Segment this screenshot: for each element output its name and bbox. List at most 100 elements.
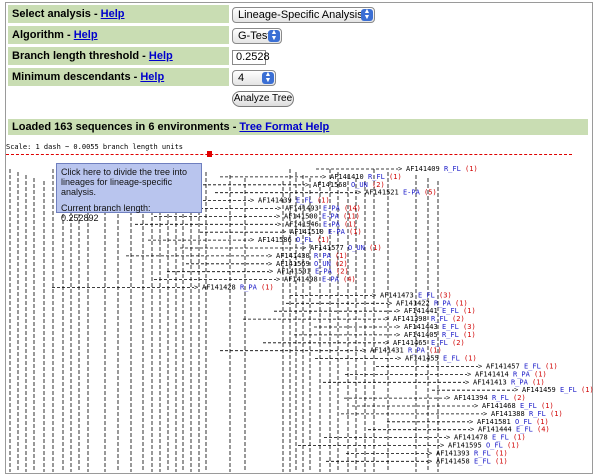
threshold-tooltip: Click here to divide the tree into linea… [56,163,202,223]
leaf-environment: R_PA [408,347,429,355]
branch-arrow: > [474,402,478,410]
leaf-count: (4) [537,426,550,434]
leaf-count: (1) [344,220,357,228]
branch-arrow: > [385,339,389,347]
tree-leaf[interactable]: AF141398 R_FL (2) [393,315,465,323]
leaf-id: AF141394 [454,394,492,402]
leaf-environment: E-PA [323,205,344,213]
tree-leaf[interactable]: AF141546 E-PA (1) [285,220,357,228]
leaf-environment: E-PA [403,189,424,197]
leaf-count: (1) [429,347,442,355]
tree-leaf[interactable]: AF141569 O_UN (2) [276,260,348,268]
leaf-count: (1) [513,434,526,442]
tree-leaf[interactable]: AF141465 E_FL (2) [393,339,465,347]
tree-leaf[interactable]: AF141394 R_FL (2) [454,394,526,402]
tree-leaf[interactable]: AF141458 E_FL (1) [436,457,508,465]
tree-leaf[interactable]: AF141413 R_PA (1) [473,378,545,386]
branch-arrow: > [194,284,198,292]
leaf-id: AF141422 [396,299,434,307]
branch-arrow: > [388,299,392,307]
tree-leaf[interactable]: AF141414 R_PA (1) [475,370,547,378]
leaf-environment: E_FL [442,323,463,331]
tree-leaf[interactable]: AF141409 R_FL (1) [406,165,478,173]
leaf-id: AF141444 [478,426,516,434]
tree-leaf[interactable]: AF141428 R_PA (1) [202,284,274,292]
tree-leaf[interactable]: AF141493 E-PA (14) [285,205,361,213]
tree-leaf[interactable]: AF141443 E_FL (3) [404,323,476,331]
leaf-id: AF141500 [284,212,322,220]
leaf-count: (1) [349,228,362,236]
leaf-id: AF141414 [475,370,513,378]
leaf-id: AF141521 [365,189,403,197]
tree-leaf[interactable]: AF141422 R_PA (1) [396,299,468,307]
leaf-count: (1) [335,252,348,260]
tree-leaf[interactable]: AF141457 E_FL (1) [486,363,558,371]
branch-arrow: > [268,252,272,260]
leaf-environment: R_PA [314,252,335,260]
tree-leaf[interactable]: AF141444 E_FL (4) [478,426,550,434]
branch-arrow: > [428,457,432,465]
leaf-environment: R_FL [492,394,513,402]
tree-leaf[interactable]: AF141459 E_FL (1) [522,386,594,394]
leaf-count: (1) [536,418,549,426]
branch-arrow: > [465,378,469,386]
leaf-environment: O_FL [296,236,317,244]
leaf-count: (1) [464,355,477,363]
leaf-id: AF141413 [473,378,511,386]
leaf-id: AF141439 [258,197,296,205]
leaf-count: (1) [534,370,547,378]
leaf-count: (1) [463,331,476,339]
tree-leaf[interactable]: AF141586 O_FL (1) [258,236,330,244]
tree-leaf[interactable]: AF141478 E_FL (1) [454,434,526,442]
leaf-count: (1) [455,299,468,307]
branch-arrow: > [483,410,487,418]
leaf-count: (1) [495,457,508,465]
leaf-environment: R_FL [442,331,463,339]
leaf-count: (2) [452,339,465,347]
leaf-environment: R_PA [434,299,455,307]
tree-leaf[interactable]: AF141439 E_FL (1) [258,197,330,205]
branch-arrow: > [372,291,376,299]
tree-leaf[interactable]: AF141388 R_FL (1) [491,410,563,418]
tree-leaf[interactable]: AF141473 E_FL (3) [380,291,452,299]
branch-arrow: > [277,220,281,228]
leaf-count: (2) [513,394,526,402]
leaf-id: AF141577 [310,244,348,252]
branch-arrow: > [250,197,254,205]
leaf-count: (14) [344,205,361,213]
leaf-count: (1) [550,410,563,418]
tree-leaf[interactable]: AF141431 R_PA (1) [370,347,442,355]
tree-leaf[interactable]: AF141410 R_FL (1) [330,173,402,181]
tree-leaf[interactable]: AF141577 O_UN (1) [310,244,382,252]
leaf-id: AF141586 [258,236,296,244]
tree-leaf[interactable]: AF141441 E_FL (1) [404,307,476,315]
tree-leaf[interactable]: AF141405 R_FL (1) [404,331,476,339]
tree-leaf[interactable]: AF141430 R_PA (1) [276,252,348,260]
tree-leaf[interactable]: AF141521 E-PA (5) [365,189,437,197]
tree-leaf[interactable]: AF141455 E_FL (1) [405,355,477,363]
leaf-environment: O_FL [515,418,536,426]
leaf-id: AF141398 [393,315,431,323]
branch-arrow: > [268,260,272,268]
leaf-environment: E-PA [323,220,344,228]
leaf-environment: E-PA [315,268,336,276]
tree-leaf[interactable]: AF141501 E-PA (2) [277,268,349,276]
branch-arrow: > [469,418,473,426]
leaf-environment: R_PA [513,370,534,378]
branch-arrow: > [282,228,286,236]
branch-arrow: > [250,236,254,244]
leaf-id: AF141409 [406,165,444,173]
tree-leaf[interactable]: AF141468 E_FL (1) [482,402,554,410]
tree-leaf[interactable]: AF141500 E-PA (11) [284,212,360,220]
tree-leaf[interactable]: AF141568 O_UN (2) [313,181,385,189]
branch-arrow: > [396,323,400,331]
leaf-environment: E_FL [431,339,452,347]
tree-leaf[interactable]: AF141581 O_FL (1) [477,418,549,426]
leaf-environment: E_FL [443,355,464,363]
tree-leaf[interactable]: AF141498 E-PA (4) [284,276,356,284]
tree-leaf[interactable]: AF141510 E-PA (1) [290,228,362,236]
tree-leaf[interactable]: AF141595 O_FL (1) [448,442,520,450]
tree-leaf[interactable]: AF141393 R_FL (1) [436,449,508,457]
leaf-environment: R_FL [368,173,389,181]
branch-arrow: > [398,165,402,173]
